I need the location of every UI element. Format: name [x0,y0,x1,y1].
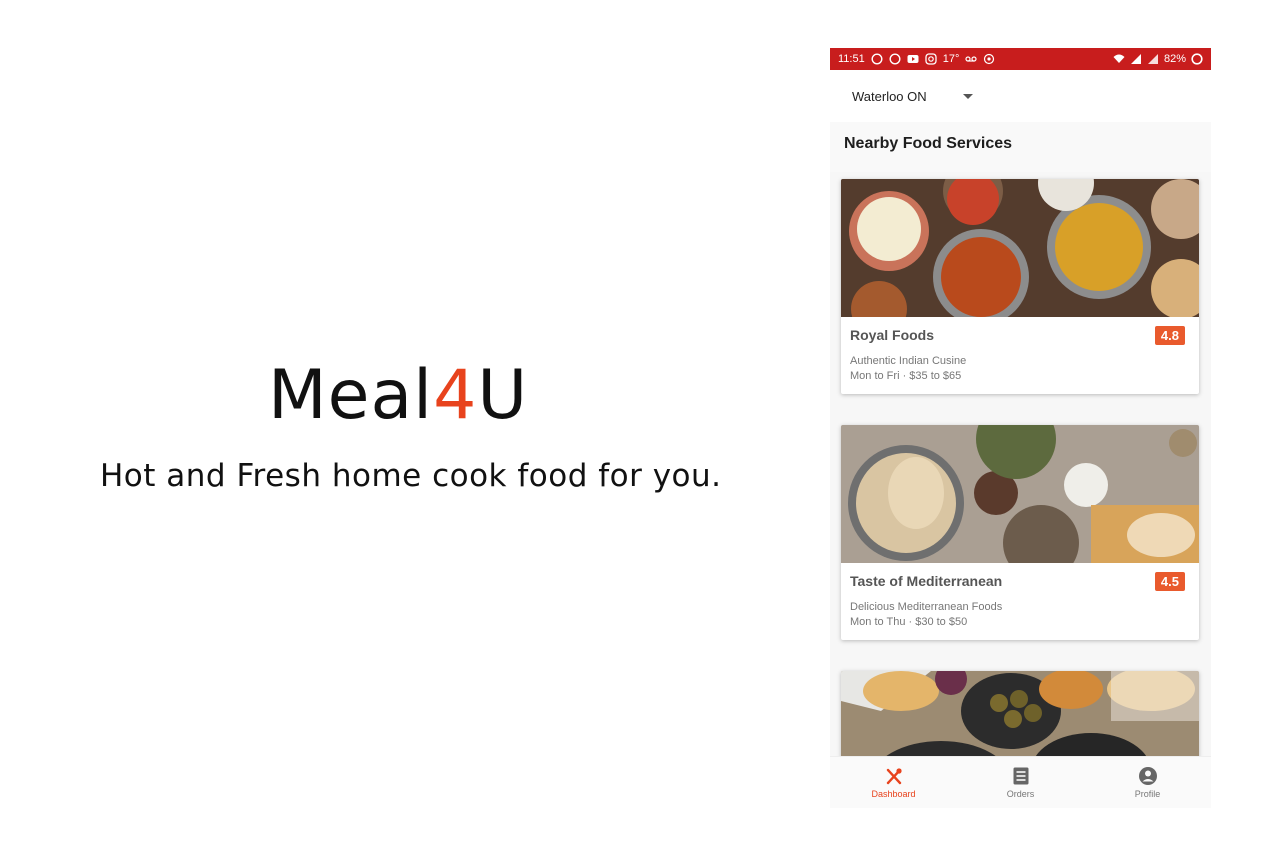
app-logo: Meal4U [268,362,528,430]
location-value: Waterloo ON [852,88,927,104]
app-tagline: Hot and Fresh home cook food for you. [100,458,722,494]
utensils-icon [886,768,902,785]
whatsapp-icon [889,53,901,65]
rating-badge: 4.8 [1154,326,1185,345]
battery-percent: 82% [1163,53,1186,65]
service-card[interactable]: Taste of Mediterranean 4.5 Delicious Med… [841,425,1199,640]
nav-label: Orders [1006,789,1035,799]
settings-icon [983,53,995,65]
status-bar: 11:51 17° 82% [830,48,1211,70]
chevron-down-icon [962,93,973,99]
service-description: Delicious Mediterranean Foods [850,601,1003,613]
nav-orders[interactable]: Orders [957,757,1084,808]
wifi-icon [1113,53,1125,65]
falafel-food-photo [841,671,1199,756]
account-icon [1138,767,1157,785]
battery-ring-icon [1191,53,1203,65]
service-name: Royal Foods [850,327,935,343]
location-selector[interactable]: Waterloo ON [830,70,1211,122]
signal-icon [1130,53,1142,65]
food-services-list[interactable]: Nearby Food Services Royal Foods 4.8 Aut… [830,122,1211,756]
voicemail-icon [965,53,977,65]
service-card[interactable] [841,671,1199,756]
service-description: Authentic Indian Cusine [850,355,967,367]
mediterranean-food-photo [841,425,1199,563]
list-icon [1013,767,1028,785]
nav-dashboard[interactable]: Dashboard [830,757,957,808]
rating-badge: 4.5 [1154,572,1185,591]
status-temperature: 17° [942,53,960,65]
youtube-icon [907,53,919,65]
instagram-icon [925,53,937,65]
service-name: Taste of Mediterranean [850,573,1003,589]
bottom-navigation: Dashboard Orders Profile [830,756,1211,808]
service-schedule: Mon to Fri · $35 to $65 [850,370,962,382]
section-title: Nearby Food Services [830,122,1211,172]
nav-profile[interactable]: Profile [1084,757,1211,808]
logo-text-end: U [477,356,529,435]
indian-food-photo [841,179,1199,317]
logo-text-main: Meal [268,356,434,435]
service-schedule: Mon to Thu · $30 to $50 [850,616,968,628]
phone-screen: 11:51 17° 82% Waterloo ON Nearby Food Se… [830,48,1211,808]
nav-label: Dashboard [871,789,916,799]
nav-label: Profile [1134,789,1161,799]
whatsapp-icon [871,53,883,65]
status-time: 11:51 [838,53,865,65]
logo-text-accent: 4 [433,356,478,435]
service-card[interactable]: Royal Foods 4.8 Authentic Indian Cusine … [841,179,1199,394]
signal-icon [1147,53,1159,65]
